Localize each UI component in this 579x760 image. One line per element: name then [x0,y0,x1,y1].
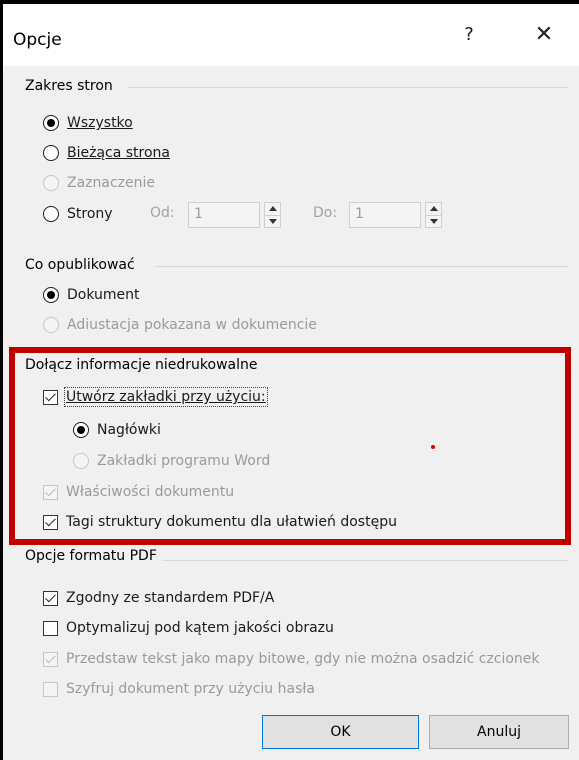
radio-icon [43,145,59,161]
to-input[interactable]: 1 [349,202,421,228]
arrow-down-icon [269,219,277,224]
title-bar: Opcje ? ✕ [3,4,579,66]
arrow-down-icon [430,219,438,224]
group-label-publish: Co opublikować [25,257,141,273]
radio-all-label: Wszystko [67,115,133,131]
from-spinner[interactable] [264,202,281,228]
dialog-title: Opcje [13,30,62,50]
radio-icon [43,175,59,191]
checkbox-optimize[interactable]: Optymalizuj pod kątem jakości obrazu [43,617,334,639]
to-label: Do: [313,205,338,221]
checkbox-optimize-label: Optymalizuj pod kątem jakości obrazu [66,620,334,636]
help-button[interactable]: ? [459,24,479,45]
checkbox-pdfa[interactable]: Zgodny ze standardem PDF/A [43,587,274,609]
radio-pages-label: Strony [67,206,113,222]
checkbox-icon [43,681,58,697]
from-label: Od: [150,205,175,221]
radio-document[interactable]: Dokument [43,284,140,306]
ok-button[interactable]: OK [262,715,419,749]
cancel-button[interactable]: Anuluj [429,715,569,749]
radio-all[interactable]: Wszystko [43,112,133,134]
checkbox-bitmap-text: Przedstaw tekst jako mapy bitowe, gdy ni… [43,648,540,670]
radio-icon [43,206,59,222]
radio-current-page-label: Bieżąca strona [67,145,171,161]
spin-down-button[interactable] [426,215,441,228]
spin-up-button[interactable] [426,203,441,215]
radio-selection: Zaznaczenie [43,172,155,194]
spin-up-button[interactable] [265,203,280,215]
radio-markup-label: Adiustacja pokazana w dokumencie [67,317,317,333]
arrow-up-icon [269,206,277,211]
group-label-page-range: Zakres stron [25,78,119,94]
group-divider [155,266,568,267]
arrow-up-icon [430,206,438,211]
highlight-box [9,347,571,545]
checkbox-checked-icon [43,651,58,667]
radio-selected-icon [43,287,59,303]
radio-markup: Adiustacja pokazana w dokumencie [43,314,317,336]
window-border-left [0,0,3,760]
group-label-pdf: Opcje formatu PDF [25,548,163,564]
radio-document-label: Dokument [67,287,140,303]
checkbox-icon [43,620,58,636]
checkbox-checked-icon [43,590,58,606]
radio-current-page[interactable]: Bieżąca strona [43,142,170,164]
radio-selected-icon [43,115,59,131]
radio-pages[interactable]: Strony [43,203,113,225]
checkbox-pdfa-label: Zgodny ze standardem PDF/A [66,590,275,606]
close-icon[interactable]: ✕ [531,22,557,47]
group-divider [128,87,568,88]
checkbox-encrypt-label: Szyfruj dokument przy użyciu hasła [66,681,315,697]
group-divider [135,560,568,561]
radio-selection-label: Zaznaczenie [67,175,156,191]
spin-down-button[interactable] [265,215,280,228]
from-input[interactable]: 1 [188,202,260,228]
checkbox-encrypt: Szyfruj dokument przy użyciu hasła [43,678,315,700]
to-spinner[interactable] [425,202,442,228]
checkbox-bitmap-text-label: Przedstaw tekst jako mapy bitowe, gdy ni… [66,651,540,667]
red-dot-marker [431,445,435,449]
radio-icon [43,317,59,333]
